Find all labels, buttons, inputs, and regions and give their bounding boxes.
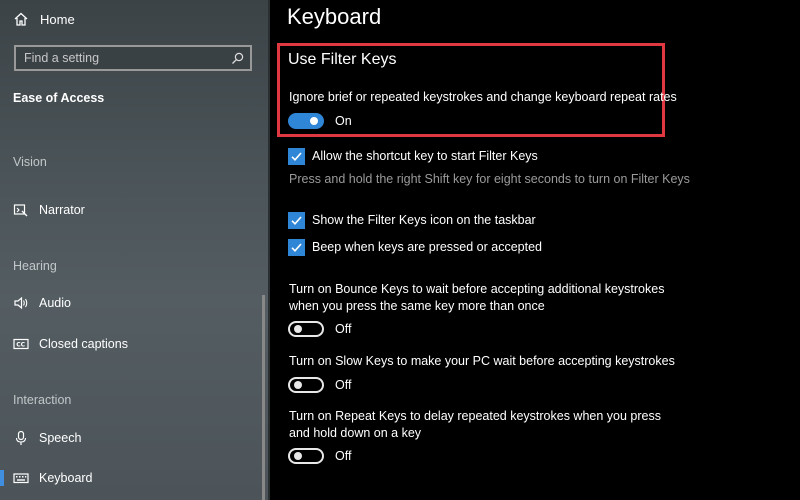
section-title: Ease of Access	[13, 91, 105, 105]
sidebar-item-label: Speech	[39, 431, 82, 445]
svg-text:CC: CC	[16, 342, 25, 349]
sidebar: Home Ease of Access Vision Narrator Hear…	[0, 0, 268, 500]
filter-keys-description: Ignore brief or repeated keystrokes and …	[289, 90, 677, 104]
repeat-keys-toggle-state: Off	[335, 449, 352, 463]
sidebar-item-keyboard[interactable]: Keyboard	[13, 468, 93, 488]
repeat-keys-description: Turn on Repeat Keys to delay repeated ke…	[289, 409, 661, 440]
slow-keys-toggle[interactable]	[288, 377, 324, 393]
sidebar-item-label: Audio	[39, 296, 71, 310]
sidebar-item-speech[interactable]: Speech	[13, 428, 81, 448]
sidebar-item-narrator[interactable]: Narrator	[13, 200, 85, 220]
checkmark-icon	[291, 242, 302, 252]
sidebar-item-label: Keyboard	[39, 471, 93, 485]
filter-keys-toggle-row: On	[288, 112, 352, 130]
repeat-keys-toggle[interactable]	[288, 448, 324, 464]
home-label: Home	[40, 11, 75, 27]
sidebar-scrollbar[interactable]	[262, 295, 265, 500]
repeat-keys-toggle-row: Off	[288, 447, 351, 465]
search-input[interactable]	[24, 51, 231, 65]
closed-captions-icon: CC	[13, 336, 29, 352]
page-title: Keyboard	[287, 4, 382, 29]
checkmark-icon	[291, 151, 302, 161]
shortcut-checkbox-label: Allow the shortcut key to start Filter K…	[312, 149, 538, 163]
sidebar-item-closed-captions[interactable]: CC Closed captions	[13, 334, 128, 354]
beep-checkbox[interactable]	[288, 238, 305, 256]
shortcut-checkbox-row[interactable]: Allow the shortcut key to start Filter K…	[288, 147, 538, 165]
group-title-hearing: Hearing	[13, 259, 57, 273]
taskbar-icon-checkbox-label: Show the Filter Keys icon on the taskbar	[312, 213, 536, 227]
toggle-knob	[310, 117, 318, 125]
bounce-keys-description: Turn on Bounce Keys to wait before accep…	[289, 282, 665, 313]
slow-keys-description: Turn on Slow Keys to make your PC wait b…	[289, 354, 675, 368]
search-box[interactable]	[14, 45, 252, 71]
toggle-knob	[294, 452, 302, 460]
checkmark-icon	[291, 215, 302, 225]
toggle-knob	[294, 381, 302, 389]
microphone-icon	[13, 430, 29, 446]
home-link[interactable]: Home	[13, 10, 75, 28]
filter-keys-toggle[interactable]	[288, 113, 324, 129]
taskbar-icon-checkbox[interactable]	[288, 211, 305, 229]
shortcut-hint: Press and hold the right Shift key for e…	[289, 172, 690, 186]
bounce-keys-toggle[interactable]	[288, 321, 324, 337]
sidebar-item-audio[interactable]: Audio	[13, 293, 71, 313]
taskbar-icon-checkbox-row[interactable]: Show the Filter Keys icon on the taskbar	[288, 211, 536, 229]
main-content: Keyboard Use Filter Keys Ignore brief or…	[270, 0, 800, 500]
narrator-icon	[13, 202, 29, 218]
beep-checkbox-label: Beep when keys are pressed or accepted	[312, 240, 542, 254]
toggle-knob	[294, 325, 302, 333]
sidebar-item-label: Narrator	[39, 203, 85, 217]
filter-keys-title: Use Filter Keys	[288, 51, 397, 68]
beep-checkbox-row[interactable]: Beep when keys are pressed or accepted	[288, 238, 542, 256]
slow-keys-toggle-row: Off	[288, 376, 351, 394]
speaker-icon	[13, 295, 29, 311]
group-title-interaction: Interaction	[13, 393, 72, 407]
filter-keys-toggle-state: On	[335, 114, 352, 128]
search-icon[interactable]	[231, 52, 244, 65]
sidebar-item-label: Closed captions	[39, 337, 128, 351]
slow-keys-toggle-state: Off	[335, 378, 352, 392]
group-title-vision: Vision	[13, 155, 47, 169]
bounce-keys-toggle-row: Off	[288, 320, 351, 338]
shortcut-checkbox[interactable]	[288, 147, 305, 165]
active-indicator	[0, 470, 4, 486]
home-icon	[14, 12, 28, 26]
bounce-keys-toggle-state: Off	[335, 322, 352, 336]
keyboard-icon	[13, 470, 29, 486]
